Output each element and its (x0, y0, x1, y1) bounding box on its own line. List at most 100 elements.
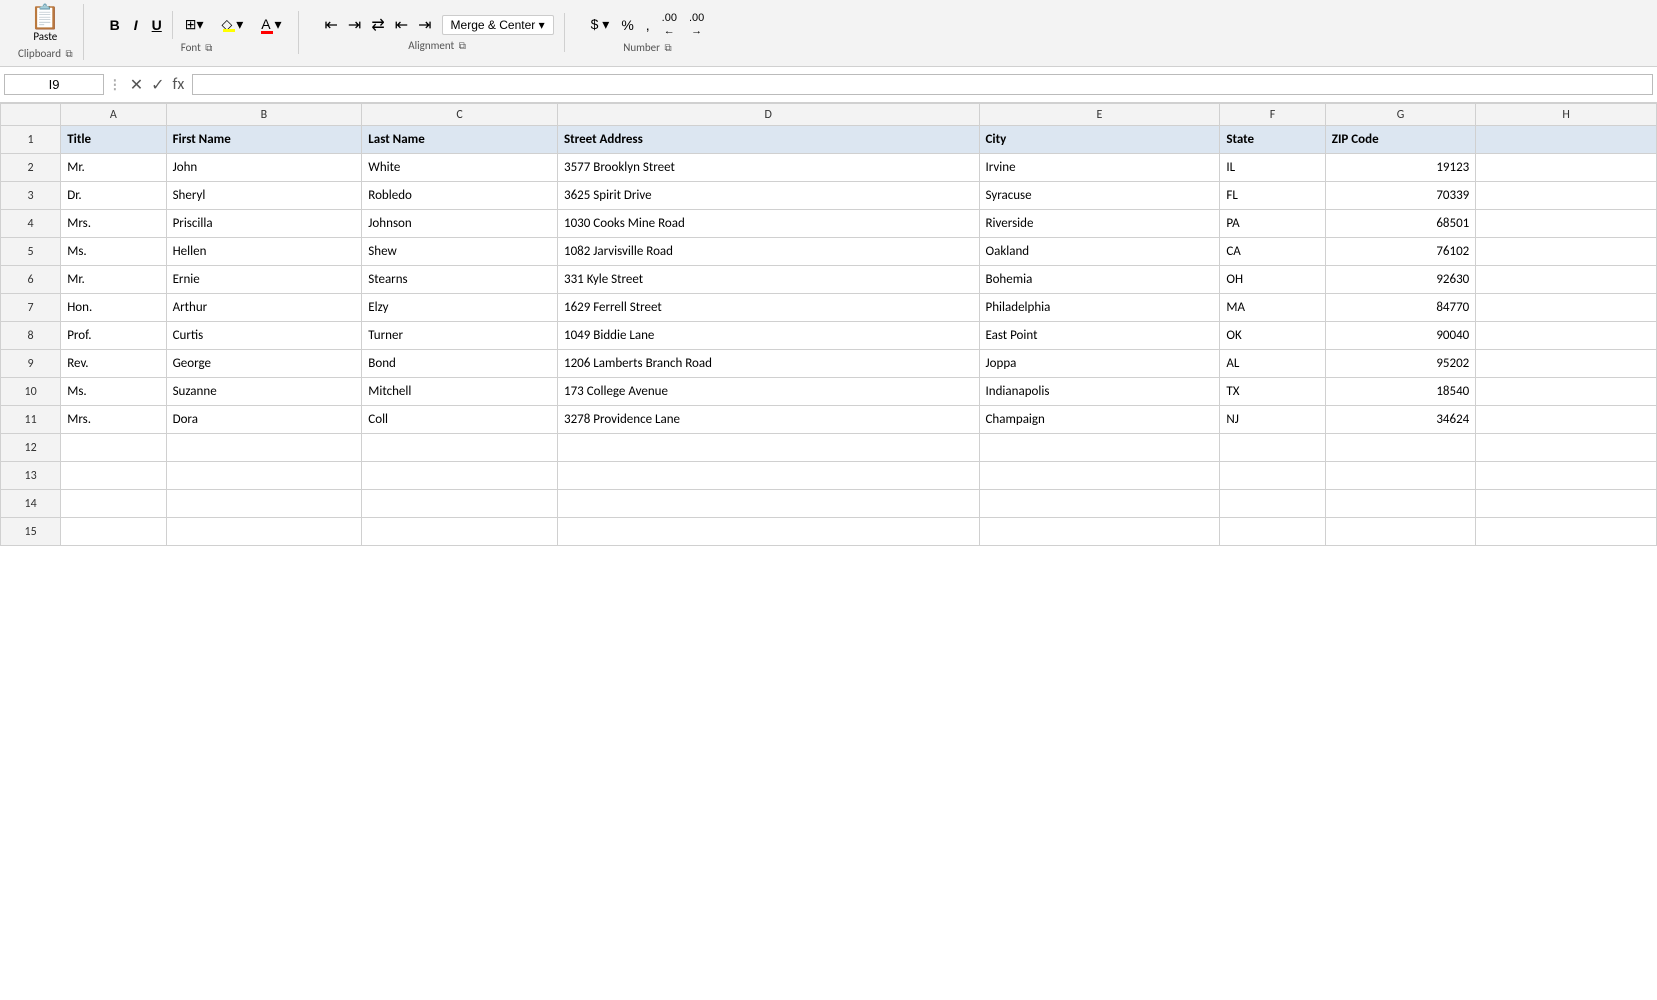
cell-8-2[interactable]: Turner (362, 322, 558, 350)
cell-13-1[interactable] (166, 462, 362, 490)
cell-12-2[interactable] (362, 434, 558, 462)
row-header-3[interactable]: 3 (1, 182, 61, 210)
cell-2-3[interactable]: 3577 Brooklyn Street (557, 154, 979, 182)
font-color-button[interactable]: A ▾ (255, 14, 287, 35)
cell-2-6[interactable]: 19123 (1325, 154, 1476, 182)
cell-14-7[interactable] (1476, 490, 1657, 518)
row-header-2[interactable]: 2 (1, 154, 61, 182)
cell-15-7[interactable] (1476, 518, 1657, 546)
cell-7-4[interactable]: Philadelphia (979, 294, 1220, 322)
cell-12-4[interactable] (979, 434, 1220, 462)
paste-button[interactable]: 📋 Paste (24, 4, 66, 45)
cell-2-7[interactable] (1476, 154, 1657, 182)
col-header-F[interactable]: F (1220, 104, 1325, 126)
cell-4-2[interactable]: Johnson (362, 210, 558, 238)
cell-8-6[interactable]: 90040 (1325, 322, 1476, 350)
row-header-15[interactable]: 15 (1, 518, 61, 546)
row-header-5[interactable]: 5 (1, 238, 61, 266)
cell-15-0[interactable] (61, 518, 166, 546)
cell-14-6[interactable] (1325, 490, 1476, 518)
cell-5-7[interactable] (1476, 238, 1657, 266)
row-header-4[interactable]: 4 (1, 210, 61, 238)
confirm-icon[interactable]: ✓ (151, 75, 164, 95)
cell-15-3[interactable] (557, 518, 979, 546)
cell-10-2[interactable]: Mitchell (362, 378, 558, 406)
cell-7-6[interactable]: 84770 (1325, 294, 1476, 322)
col-header-B[interactable]: B (166, 104, 362, 126)
row-header-13[interactable]: 13 (1, 462, 61, 490)
col-header-C[interactable]: C (362, 104, 558, 126)
cell-1-4[interactable]: City (979, 126, 1220, 154)
cell-4-6[interactable]: 68501 (1325, 210, 1476, 238)
cell-5-6[interactable]: 76102 (1325, 238, 1476, 266)
font-launcher[interactable]: ⧉ (205, 41, 212, 54)
cell-3-6[interactable]: 70339 (1325, 182, 1476, 210)
cell-15-4[interactable] (979, 518, 1220, 546)
cell-13-3[interactable] (557, 462, 979, 490)
row-header-1[interactable]: 1 (1, 126, 61, 154)
cell-3-5[interactable]: FL (1220, 182, 1325, 210)
row-header-7[interactable]: 7 (1, 294, 61, 322)
cell-10-6[interactable]: 18540 (1325, 378, 1476, 406)
cell-1-7[interactable] (1476, 126, 1657, 154)
cell-3-2[interactable]: Robledo (362, 182, 558, 210)
cell-10-0[interactable]: Ms. (61, 378, 166, 406)
row-header-8[interactable]: 8 (1, 322, 61, 350)
cell-13-4[interactable] (979, 462, 1220, 490)
row-header-11[interactable]: 11 (1, 406, 61, 434)
cell-6-6[interactable]: 92630 (1325, 266, 1476, 294)
cell-12-1[interactable] (166, 434, 362, 462)
cell-4-1[interactable]: Priscilla (166, 210, 362, 238)
cell-9-6[interactable]: 95202 (1325, 350, 1476, 378)
cell-4-0[interactable]: Mrs. (61, 210, 166, 238)
cell-11-5[interactable]: NJ (1220, 406, 1325, 434)
cell-1-1[interactable]: First Name (166, 126, 362, 154)
cell-11-7[interactable] (1476, 406, 1657, 434)
cell-7-0[interactable]: Hon. (61, 294, 166, 322)
merge-center-button[interactable]: Merge & Center ▾ (442, 15, 554, 35)
cell-9-2[interactable]: Bond (362, 350, 558, 378)
cell-14-2[interactable] (362, 490, 558, 518)
cell-1-6[interactable]: ZIP Code (1325, 126, 1476, 154)
cell-5-5[interactable]: CA (1220, 238, 1325, 266)
cell-8-7[interactable] (1476, 322, 1657, 350)
col-header-G[interactable]: G (1325, 104, 1476, 126)
cell-6-3[interactable]: 331 Kyle Street (557, 266, 979, 294)
cell-2-2[interactable]: White (362, 154, 558, 182)
cell-11-1[interactable]: Dora (166, 406, 362, 434)
cell-1-3[interactable]: Street Address (557, 126, 979, 154)
currency-button[interactable]: $ ▾ (587, 14, 614, 35)
cell-9-5[interactable]: AL (1220, 350, 1325, 378)
cell-11-0[interactable]: Mrs. (61, 406, 166, 434)
cell-7-5[interactable]: MA (1220, 294, 1325, 322)
row-header-10[interactable]: 10 (1, 378, 61, 406)
borders-button[interactable]: ⊞▾ (179, 14, 210, 35)
cell-5-2[interactable]: Shew (362, 238, 558, 266)
cell-11-2[interactable]: Coll (362, 406, 558, 434)
cell-10-7[interactable] (1476, 378, 1657, 406)
cell-3-7[interactable] (1476, 182, 1657, 210)
indent-inc-button[interactable]: ⇥ (414, 13, 435, 37)
cell-3-1[interactable]: Sheryl (166, 182, 362, 210)
cell-9-4[interactable]: Joppa (979, 350, 1220, 378)
cell-5-4[interactable]: Oakland (979, 238, 1220, 266)
cell-4-4[interactable]: Riverside (979, 210, 1220, 238)
cell-10-3[interactable]: 173 College Avenue (557, 378, 979, 406)
cell-5-3[interactable]: 1082 Jarvisville Road (557, 238, 979, 266)
cell-10-4[interactable]: Indianapolis (979, 378, 1220, 406)
cell-2-4[interactable]: Irvine (979, 154, 1220, 182)
cell-12-0[interactable] (61, 434, 166, 462)
cell-14-0[interactable] (61, 490, 166, 518)
cell-13-7[interactable] (1476, 462, 1657, 490)
cell-7-1[interactable]: Arthur (166, 294, 362, 322)
fill-color-button[interactable]: ◇ ▾ (216, 14, 250, 35)
cell-11-3[interactable]: 3278 Providence Lane (557, 406, 979, 434)
cell-9-7[interactable] (1476, 350, 1657, 378)
cell-14-1[interactable] (166, 490, 362, 518)
cell-13-6[interactable] (1325, 462, 1476, 490)
cell-14-3[interactable] (557, 490, 979, 518)
cell-15-1[interactable] (166, 518, 362, 546)
cell-8-4[interactable]: East Point (979, 322, 1220, 350)
cell-6-5[interactable]: OH (1220, 266, 1325, 294)
cell-12-5[interactable] (1220, 434, 1325, 462)
